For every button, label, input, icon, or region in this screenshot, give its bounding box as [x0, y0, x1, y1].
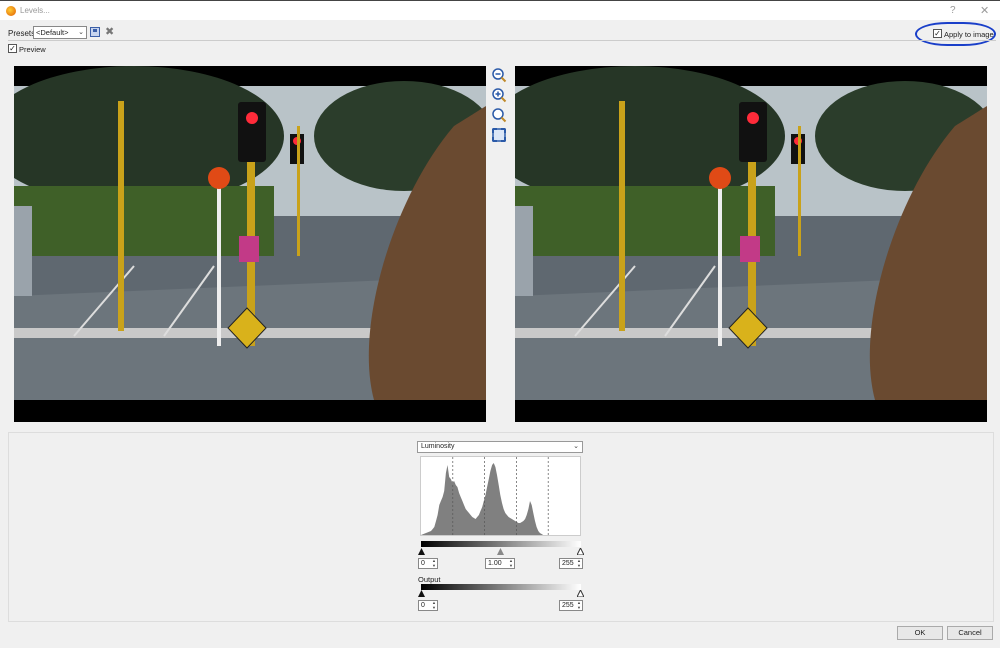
help-button[interactable]: ? — [950, 5, 956, 16]
histogram-plot — [421, 457, 562, 535]
ok-button[interactable]: OK — [897, 626, 943, 640]
preview-checkbox[interactable]: ✓ — [8, 44, 17, 53]
input-black-value: 0 — [421, 560, 425, 567]
app-logo-icon — [6, 6, 16, 16]
input-gamma-value: 1.00 — [488, 560, 502, 567]
cancel-button[interactable]: Cancel — [947, 626, 993, 640]
preview-image-panel[interactable] — [515, 66, 987, 422]
input-black-spinbox[interactable]: 0 ▲ ▼ — [418, 558, 438, 569]
output-white-value: 255 — [562, 602, 574, 609]
presets-dropdown[interactable]: <Default> ⌄ — [33, 26, 87, 39]
window-title: Levels... — [20, 6, 50, 15]
output-black-spinbox[interactable]: 0 ▲ ▼ — [418, 600, 438, 611]
title-bar: Levels... ? ✕ — [0, 0, 1000, 20]
divider — [8, 40, 996, 41]
chevron-down-icon: ⌄ — [573, 443, 579, 450]
apply-to-image-checkbox[interactable]: ✓ — [933, 29, 942, 38]
fit-to-window-icon[interactable] — [491, 127, 507, 143]
zoom-out-icon[interactable] — [491, 67, 507, 83]
output-white-slider[interactable] — [577, 590, 584, 597]
chevron-down-icon: ⌄ — [78, 29, 84, 36]
output-label: Output — [418, 575, 441, 584]
zoom-in-icon[interactable] — [491, 87, 507, 103]
original-image-panel[interactable] — [14, 66, 486, 422]
output-black-slider[interactable] — [418, 590, 425, 597]
input-black-slider[interactable] — [418, 548, 425, 555]
zoom-actual-icon[interactable] — [491, 107, 507, 123]
input-gradient-bar — [421, 541, 581, 547]
input-white-spinbox[interactable]: 255 ▲ ▼ — [559, 558, 583, 569]
preview-photo — [515, 66, 987, 400]
channel-value: Luminosity — [421, 443, 455, 450]
presets-value: <Default> — [36, 28, 69, 37]
save-icon[interactable] — [90, 27, 100, 37]
input-gamma-slider[interactable] — [497, 548, 504, 555]
histogram-area — [421, 463, 562, 535]
close-button[interactable]: ✕ — [980, 4, 989, 17]
channel-dropdown[interactable]: Luminosity ⌄ — [417, 441, 583, 453]
apply-to-image-label: Apply to image — [944, 30, 994, 39]
input-white-slider[interactable] — [577, 548, 584, 555]
input-gamma-spinbox[interactable]: 1.00 ▲ ▼ — [485, 558, 515, 569]
input-white-value: 255 — [562, 560, 574, 567]
output-gradient-bar — [421, 584, 581, 590]
histogram — [420, 456, 581, 536]
original-photo — [14, 66, 486, 400]
delete-icon[interactable]: ✖ — [105, 25, 114, 38]
output-black-value: 0 — [421, 602, 425, 609]
preview-label: Preview — [19, 45, 46, 54]
output-white-spinbox[interactable]: 255 ▲ ▼ — [559, 600, 583, 611]
